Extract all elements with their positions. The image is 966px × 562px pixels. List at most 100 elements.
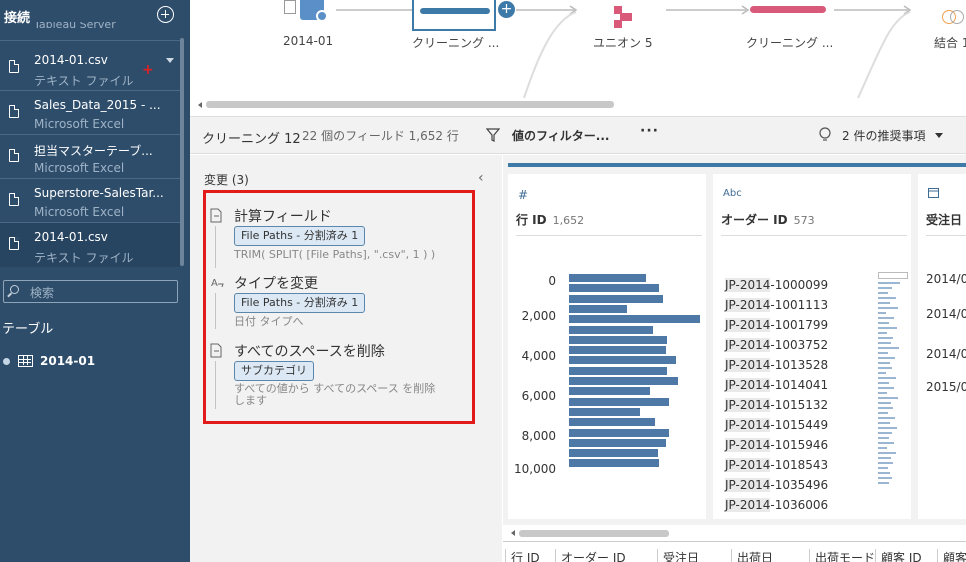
order-id-value[interactable]: JP-2014-1001113: [725, 298, 828, 312]
order-id-value[interactable]: JP-2014-1035496: [725, 478, 828, 492]
y-tick-label: 0: [548, 274, 556, 288]
sidebar-scrollbar[interactable]: [180, 38, 184, 266]
clean-node-selected[interactable]: [412, 0, 496, 31]
histogram-bar[interactable]: [569, 397, 669, 406]
histogram-bar[interactable]: [569, 418, 656, 427]
change-title: 計算フィールド: [234, 209, 332, 225]
scroll-left-arrow[interactable]: [198, 102, 202, 108]
histogram-bar[interactable]: [569, 407, 640, 416]
histogram-bar[interactable]: [569, 449, 659, 458]
mini-bar: [878, 287, 892, 289]
profile-card-order-date[interactable]: 受注日 2014/0 2014/0 2014/0 2015/0: [918, 174, 966, 519]
connection-type: Microsoft Excel: [34, 117, 125, 131]
node-label-join: 結合 1: [934, 36, 966, 50]
histogram-bar[interactable]: [569, 335, 668, 344]
order-id-value[interactable]: JP-2014-1036006: [725, 498, 828, 512]
clean-node-2[interactable]: [750, 6, 826, 13]
grid-column-header[interactable]: 受注日: [657, 549, 699, 562]
y-tick-label: 10,000: [514, 462, 556, 476]
table-item[interactable]: 2014-01: [0, 350, 180, 372]
search-icon: [10, 285, 19, 294]
recommendations-button[interactable]: 2 件の推奨事項: [842, 127, 925, 144]
mini-bar: [878, 317, 894, 319]
histogram-bar[interactable]: [569, 294, 664, 303]
mini-bar: [878, 467, 888, 469]
mini-bar: [878, 342, 891, 344]
profile-card-order-id[interactable]: Abc オーダー ID 573 JP-2014-1000099 JP-2014-10…: [713, 174, 911, 519]
histogram-bar[interactable]: [569, 346, 666, 355]
histogram-bar[interactable]: [569, 356, 677, 365]
grid-column-header[interactable]: 出荷日: [731, 549, 773, 562]
flow-canvas[interactable]: 2014-01 + クリーニング ... ユニオン 5 クリーニング ... 結…: [190, 0, 966, 116]
date-value: 2014/0: [926, 307, 966, 321]
field-chip[interactable]: File Paths - 分割済み 1: [234, 226, 366, 246]
grid-column-header[interactable]: 行 ID: [505, 549, 540, 562]
profile-horizontal-scrollbar[interactable]: [503, 527, 966, 541]
mini-bar: [878, 307, 898, 309]
date-value: 2014/0: [926, 347, 966, 361]
order-id-value[interactable]: JP-2014-1015946: [725, 438, 828, 452]
collapse-icon[interactable]: ‹: [478, 170, 484, 186]
mini-bar: [878, 427, 897, 429]
histogram-bar[interactable]: [569, 377, 678, 385]
grid-column-header[interactable]: 顧客 ID: [875, 549, 922, 562]
connection-item-3[interactable]: 担当マスターテーブ... Microsoft Excel: [0, 135, 180, 179]
histogram-bar[interactable]: [569, 304, 627, 313]
add-connection-icon[interactable]: [157, 6, 174, 23]
step-title: クリーニング 12: [202, 132, 301, 147]
order-id-value[interactable]: JP-2014-1003752: [725, 338, 828, 352]
search-input[interactable]: 検索: [3, 280, 178, 303]
scrollbar-thumb[interactable]: [519, 530, 669, 537]
order-id-value[interactable]: JP-2014-1001799: [725, 318, 828, 332]
scroll-left-arrow[interactable]: [511, 530, 515, 536]
connection-name: 2014-01.csv: [34, 230, 108, 244]
file-icon: [9, 60, 19, 73]
histogram-bar[interactable]: [569, 387, 651, 396]
field-chip[interactable]: File Paths - 分割済み 1: [234, 293, 366, 313]
change-item-2[interactable]: A タイプを変更 File Paths - 分割済み 1 日付 タイプへ: [206, 273, 468, 331]
table-icon: [18, 355, 33, 367]
chevron-down-icon[interactable]: [935, 133, 943, 138]
flow-scrollbar-thumb[interactable]: [206, 101, 614, 108]
connection-item-2[interactable]: Sales_Data_2015 - ... Microsoft Excel: [0, 91, 180, 135]
mini-bar: [878, 472, 890, 474]
histogram-bar[interactable]: [569, 274, 647, 282]
histogram-bar[interactable]: [569, 315, 700, 324]
mini-bar: [878, 447, 887, 449]
chevron-down-icon[interactable]: [166, 58, 174, 63]
connection-item-4[interactable]: Superstore-SalesTar... Microsoft Excel: [0, 179, 180, 223]
grid-column-header[interactable]: 出荷モード: [809, 549, 875, 562]
change-item-3[interactable]: すべてのスペースを削除 サブカテゴリ すべての値から すべてのスペース を削除し…: [206, 341, 468, 413]
mini-bar: [878, 347, 899, 349]
order-id-value[interactable]: JP-2014-1015132: [725, 398, 828, 412]
profile-top-bar: [508, 163, 966, 167]
histogram-bar[interactable]: [569, 284, 660, 293]
order-id-value[interactable]: JP-2014-1015449: [725, 418, 828, 432]
server-connection-partial[interactable]: Tableau Server: [34, 22, 116, 32]
mini-bar: [878, 337, 893, 339]
date-value: 2014/0: [926, 272, 966, 286]
lightbulb-icon: [819, 127, 831, 141]
add-step-icon[interactable]: +: [498, 1, 515, 18]
histogram-bar[interactable]: [569, 438, 666, 447]
connection-item-5[interactable]: 2014-01.csv テキスト ファイル: [0, 223, 180, 267]
order-id-value[interactable]: JP-2014-1014041: [725, 378, 828, 392]
histogram-bar[interactable]: [569, 366, 668, 375]
grid-column-header[interactable]: 顧客: [937, 549, 966, 562]
plus-icon: [316, 10, 328, 22]
grid-column-header[interactable]: オーダー ID: [555, 549, 626, 562]
more-options-button[interactable]: ···: [640, 123, 659, 139]
mini-bar: [878, 362, 890, 364]
histogram-bar[interactable]: [569, 325, 653, 334]
histogram-bar[interactable]: [569, 428, 669, 437]
order-id-value[interactable]: JP-2014-1018543: [725, 458, 828, 472]
change-desc: TRIM( SPLIT( [File Paths], ".csv", 1 ) ): [234, 248, 436, 261]
order-id-value[interactable]: JP-2014-1000099: [725, 278, 828, 292]
field-chip[interactable]: サブカテゴリ: [234, 361, 314, 381]
order-id-value[interactable]: JP-2014-1013528: [725, 358, 828, 372]
histogram-bar[interactable]: [569, 459, 660, 468]
profile-card-row-id[interactable]: # 行 ID 1,652 0 2,000 4,000 6,000 8,000 10,000: [508, 174, 706, 519]
svg-text:A: A: [211, 278, 218, 289]
change-item-1[interactable]: 計算フィールド File Paths - 分割済み 1 TRIM( SPLIT(…: [206, 206, 468, 268]
add-to-flow-icon[interactable]: +: [142, 62, 154, 78]
